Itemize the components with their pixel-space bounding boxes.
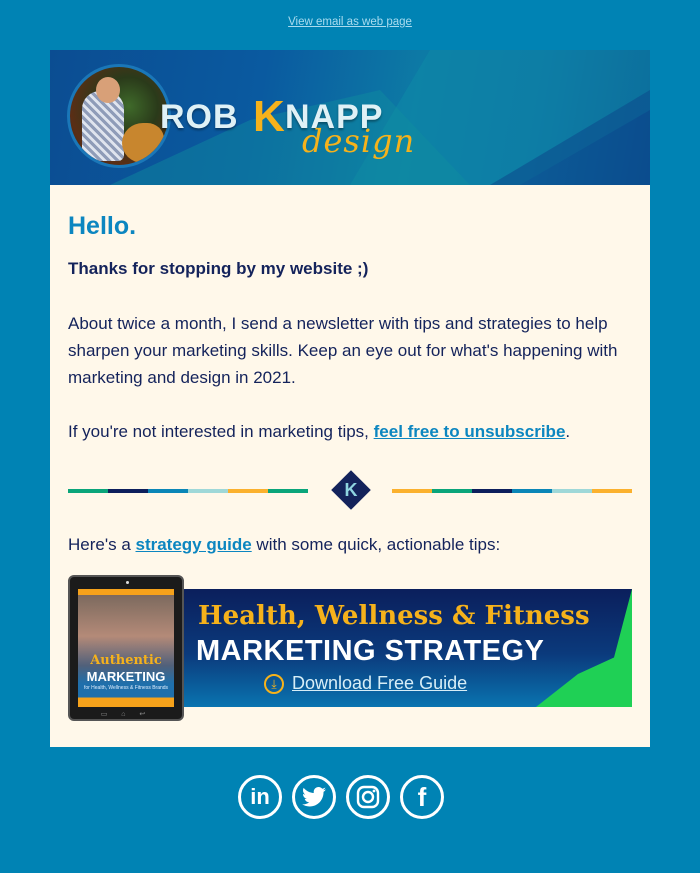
divider-segment — [552, 489, 592, 493]
divider-segment — [268, 489, 308, 493]
unsubscribe-link[interactable]: feel free to unsubscribe — [374, 422, 566, 441]
facebook-icon[interactable]: f — [400, 775, 444, 819]
download-guide-button[interactable]: ⤓ Download Free Guide — [264, 673, 467, 694]
intro-paragraph: About twice a month, I send a newsletter… — [68, 314, 618, 387]
divider-right — [392, 489, 632, 493]
strategy-guide-link[interactable]: strategy guide — [136, 535, 252, 554]
email-card: ROB K NAPP design Hello. Thanks for stop… — [50, 50, 650, 747]
profile-photo — [67, 64, 171, 168]
banner-title: MARKETING STRATEGY — [196, 635, 545, 667]
view-as-webpage-link[interactable]: View email as web page — [0, 16, 700, 28]
ebook-tablet-image[interactable]: Authentic MARKETING for Health, Wellness… — [68, 575, 184, 721]
tablet-camera — [126, 581, 129, 584]
tablet-buttons: ▭ ⌂ ↩ — [100, 711, 152, 718]
ebook-title-1: Authentic — [90, 653, 162, 668]
divider-segment — [148, 489, 188, 493]
brand-logo-rob: ROB — [160, 98, 239, 136]
ebook-title-2: MARKETING — [86, 669, 166, 684]
divider-segment — [228, 489, 268, 493]
download-guide-label: Download Free Guide — [292, 673, 468, 693]
twitter-icon[interactable] — [292, 775, 336, 819]
subheading: Thanks for stopping by my website ;) — [68, 259, 369, 278]
unsubscribe-paragraph: If you're not interested in marketing ti… — [68, 422, 571, 441]
banner-headline: Health, Wellness & Fitness — [198, 601, 590, 631]
guide-banner-link[interactable]: Health, Wellness & Fitness MARKETING STR… — [68, 575, 632, 721]
guide-banner[interactable]: Health, Wellness & Fitness MARKETING STR… — [178, 589, 632, 707]
divider-segment — [392, 489, 432, 493]
divider-segment — [68, 489, 108, 493]
linkedin-icon[interactable]: in — [238, 775, 282, 819]
divider-segment — [472, 489, 512, 493]
guide-paragraph: Here's a strategy guide with some quick,… — [68, 535, 501, 554]
ebook-cover: Authentic MARKETING for Health, Wellness… — [78, 589, 174, 707]
divider-segment — [592, 489, 632, 493]
download-icon: ⤓ — [264, 673, 284, 694]
instagram-icon[interactable] — [346, 775, 390, 819]
divider-segment — [512, 489, 552, 493]
divider-segment — [108, 489, 148, 493]
divider-segment — [432, 489, 472, 493]
k-logo-letter: K — [344, 480, 358, 500]
header-banner: ROB K NAPP design — [50, 50, 650, 185]
divider-left — [68, 489, 308, 493]
brand-logo-design: design — [302, 122, 416, 160]
divider-segment — [188, 489, 228, 493]
social-links: in f — [238, 775, 444, 819]
greeting-heading: Hello. — [68, 212, 137, 240]
brand-logo-k: K — [253, 92, 285, 141]
ebook-subtitle: for Health, Wellness & Fitness Brands — [83, 685, 169, 691]
